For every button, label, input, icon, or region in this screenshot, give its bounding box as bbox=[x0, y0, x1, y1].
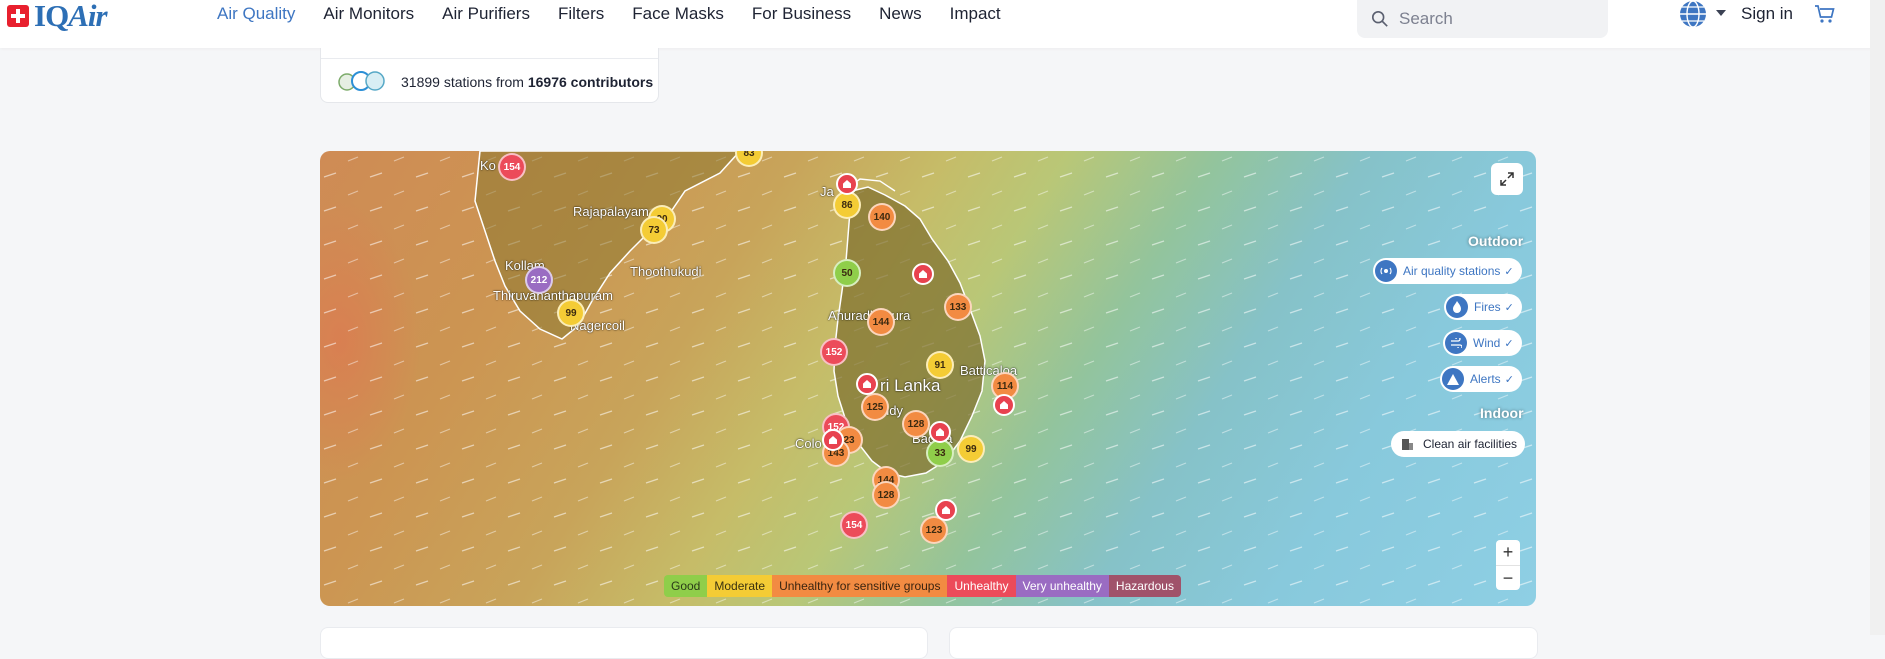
aqi-marker[interactable]: 128 bbox=[902, 410, 930, 438]
aqi-legend: Good Moderate Unhealthy for sensitive gr… bbox=[664, 575, 1181, 597]
iqair-logo[interactable]: IQAir bbox=[7, 0, 108, 33]
stations-mid-text: stations from bbox=[443, 74, 524, 90]
map-label-ko: Ko bbox=[480, 158, 496, 173]
fire-icon[interactable] bbox=[912, 263, 934, 285]
legend-unhealthy: Unhealthy bbox=[947, 575, 1016, 597]
toggle-air-quality-stations[interactable]: Air quality stations ✓ bbox=[1373, 258, 1522, 284]
aqi-marker[interactable]: 154 bbox=[498, 153, 526, 181]
legend-moderate: Moderate bbox=[707, 575, 773, 597]
top-navigation-bar: IQAir Air Quality Air Monitors Air Purif… bbox=[0, 0, 1885, 48]
search-box[interactable] bbox=[1357, 0, 1608, 38]
aqi-marker[interactable]: 99 bbox=[557, 299, 585, 327]
toggle-label: Air quality stations bbox=[1403, 264, 1501, 278]
toggle-label: Wind bbox=[1473, 336, 1501, 350]
aqi-marker[interactable]: 154 bbox=[840, 511, 868, 539]
aqi-marker[interactable]: 86 bbox=[833, 191, 861, 219]
nav-air-monitors[interactable]: Air Monitors bbox=[323, 4, 414, 24]
stations-summary-card: 31899 stations from 16976 contributors bbox=[320, 48, 659, 103]
map-label-rajapalayam: Rajapalayam bbox=[573, 204, 649, 219]
swiss-flag-icon bbox=[7, 5, 29, 27]
fire-icon[interactable] bbox=[822, 429, 844, 451]
check-icon: ✓ bbox=[1504, 337, 1514, 350]
fullscreen-button[interactable] bbox=[1491, 163, 1523, 195]
check-icon: ✓ bbox=[1504, 265, 1514, 278]
fire-icon[interactable] bbox=[993, 394, 1015, 416]
zoom-in-button[interactable]: + bbox=[1496, 540, 1520, 565]
aqi-marker[interactable]: 99 bbox=[957, 435, 985, 463]
nav-face-masks[interactable]: Face Masks bbox=[632, 4, 724, 24]
fire-icon[interactable] bbox=[935, 499, 957, 521]
aqi-marker[interactable]: 33 bbox=[926, 439, 954, 467]
fire-icon[interactable] bbox=[929, 421, 951, 443]
air-quality-map[interactable]: Ko Rajapalayam Kollam Thoothukudi Thiruv… bbox=[320, 151, 1536, 606]
main-nav: Air Quality Air Monitors Air Purifiers F… bbox=[217, 4, 1029, 24]
toggle-label: Fires bbox=[1474, 300, 1501, 314]
search-input[interactable] bbox=[1397, 8, 1601, 30]
contributors-count: 16976 contributors bbox=[527, 74, 654, 90]
indoor-label: Indoor bbox=[1480, 405, 1524, 421]
map-label-sri-lanka: ri Lanka bbox=[880, 376, 941, 395]
toggle-fires[interactable]: Fires ✓ bbox=[1444, 294, 1522, 320]
toggle-label: Clean air facilities bbox=[1423, 437, 1518, 451]
globe-icon[interactable] bbox=[1677, 0, 1709, 30]
aqi-marker[interactable]: 133 bbox=[944, 293, 972, 321]
stations-count: 31899 bbox=[401, 74, 440, 90]
outdoor-label: Outdoor bbox=[1468, 233, 1524, 249]
stations-count-text: 31899 stations from 16976 contributors bbox=[401, 74, 653, 90]
antenna-icon bbox=[1375, 260, 1397, 282]
toggle-clean-air-facilities[interactable]: Clean air facilities bbox=[1391, 431, 1526, 457]
flame-icon bbox=[1446, 296, 1468, 318]
building-icon bbox=[1402, 439, 1413, 450]
aqi-marker[interactable]: 73 bbox=[640, 216, 668, 244]
zoom-out-button[interactable]: − bbox=[1496, 566, 1520, 591]
toggle-alerts[interactable]: Alerts ✓ bbox=[1440, 366, 1522, 392]
bottom-card-left bbox=[320, 627, 928, 659]
nav-for-business[interactable]: For Business bbox=[752, 4, 851, 24]
aqi-marker[interactable]: 125 bbox=[861, 393, 889, 421]
nav-air-purifiers[interactable]: Air Purifiers bbox=[442, 4, 530, 24]
wind-icon bbox=[1445, 332, 1467, 354]
bottom-card-right bbox=[949, 627, 1538, 659]
map-label-jaffna: Ja bbox=[820, 184, 834, 199]
aqi-marker[interactable]: 144 bbox=[867, 308, 895, 336]
cart-icon[interactable] bbox=[1813, 2, 1837, 26]
aqi-marker[interactable]: 152 bbox=[820, 338, 848, 366]
aqi-marker[interactable]: 140 bbox=[868, 203, 896, 231]
expand-icon bbox=[1500, 172, 1514, 186]
nav-news[interactable]: News bbox=[879, 4, 922, 24]
legend-usg: Unhealthy for sensitive groups bbox=[772, 575, 948, 597]
contributor-logos-icon bbox=[338, 71, 385, 91]
language-dropdown-icon[interactable] bbox=[1716, 10, 1726, 16]
fire-icon[interactable] bbox=[856, 373, 878, 395]
nav-impact[interactable]: Impact bbox=[950, 4, 1001, 24]
map-label-colombo: Colo bbox=[795, 436, 822, 451]
legend-very-unhealthy: Very unhealthy bbox=[1015, 575, 1109, 597]
sign-in-link[interactable]: Sign in bbox=[1741, 4, 1793, 24]
check-icon: ✓ bbox=[1504, 301, 1514, 314]
page-scrollbar[interactable] bbox=[1870, 0, 1885, 635]
fire-icon[interactable] bbox=[836, 173, 858, 195]
aqi-marker[interactable]: 212 bbox=[525, 266, 553, 294]
map-label-thoothukudi: Thoothukudi bbox=[630, 264, 702, 279]
card-divider bbox=[321, 58, 658, 59]
toggle-label: Alerts bbox=[1470, 372, 1501, 386]
nav-filters[interactable]: Filters bbox=[558, 4, 604, 24]
aqi-marker[interactable]: 91 bbox=[926, 351, 954, 379]
legend-hazardous: Hazardous bbox=[1108, 575, 1181, 597]
zoom-controls: + − bbox=[1496, 540, 1520, 590]
search-icon bbox=[1371, 10, 1388, 27]
check-icon: ✓ bbox=[1504, 373, 1514, 386]
alert-icon bbox=[1442, 368, 1464, 390]
nav-air-quality[interactable]: Air Quality bbox=[217, 4, 295, 24]
aqi-marker[interactable]: 128 bbox=[872, 481, 900, 509]
logo-text: IQAir bbox=[34, 0, 108, 33]
map-label-thiruvananthapuram: Thiruvananthapuram bbox=[493, 288, 613, 303]
legend-good: Good bbox=[664, 575, 708, 597]
aqi-marker[interactable]: 50 bbox=[833, 259, 861, 287]
toggle-wind[interactable]: Wind ✓ bbox=[1443, 330, 1522, 356]
